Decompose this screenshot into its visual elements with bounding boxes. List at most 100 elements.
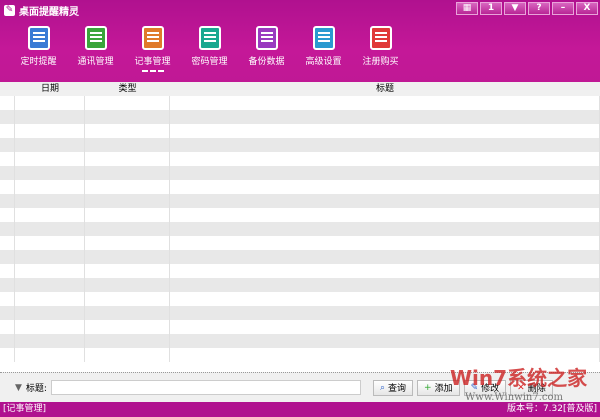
column-date[interactable]: 日期: [15, 82, 85, 96]
table-cell: [170, 222, 600, 236]
title-search-input[interactable]: [50, 380, 361, 395]
table-cell: [0, 180, 15, 194]
collapse-icon[interactable]: ▼: [15, 383, 22, 393]
table-cell: [85, 166, 170, 180]
nav-item-0[interactable]: 定时提醒: [10, 26, 67, 72]
table-cell: [170, 236, 600, 250]
menu-button[interactable]: ▼: [504, 2, 526, 15]
nav-item-1[interactable]: 通讯管理: [67, 26, 124, 72]
table-row[interactable]: [0, 152, 600, 166]
app-title: ✎ 桌面提醒精灵: [4, 3, 79, 18]
table-header: 日期 类型 标题: [0, 82, 600, 96]
column-title[interactable]: 标题: [170, 82, 600, 96]
table-cell: [170, 194, 600, 208]
table-cell: [85, 292, 170, 306]
table-cell: [0, 222, 15, 236]
table-cell: [170, 138, 600, 152]
notebook-icon: [198, 26, 221, 50]
nav-item-3[interactable]: 密码管理: [181, 26, 238, 72]
table-cell: [170, 110, 600, 124]
table-cell: [15, 110, 85, 124]
notes-table: [0, 96, 600, 366]
table-cell: [85, 124, 170, 138]
nav-label: 记事管理: [134, 57, 171, 67]
edit-icon: ✎: [470, 382, 479, 393]
table-cell: [15, 222, 85, 236]
nav-label: 密码管理: [191, 57, 228, 67]
table-row[interactable]: [0, 180, 600, 194]
calendar-button[interactable]: 1: [480, 2, 502, 15]
table-cell: [0, 278, 15, 292]
table-cell: [170, 320, 600, 334]
table-cell: [15, 278, 85, 292]
table-row[interactable]: [0, 222, 600, 236]
notebook-icon: [27, 26, 50, 50]
query-button[interactable]: ⌕ 查询: [372, 379, 414, 396]
table-row[interactable]: [0, 208, 600, 222]
table-cell: [0, 166, 15, 180]
table-cell: [170, 152, 600, 166]
nav-item-2[interactable]: 记事管理: [124, 26, 181, 72]
table-cell: [170, 124, 600, 138]
table-cell: [15, 96, 85, 110]
table-cell: [0, 348, 15, 362]
add-button[interactable]: + 添加: [417, 379, 460, 396]
table-cell: [170, 278, 600, 292]
table-row[interactable]: [0, 264, 600, 278]
close-button[interactable]: X: [576, 2, 598, 15]
skin-button[interactable]: ▦: [456, 2, 478, 15]
table-row[interactable]: [0, 306, 600, 320]
table-row[interactable]: [0, 124, 600, 138]
table-cell: [0, 124, 15, 138]
delete-icon: ✕: [517, 382, 525, 393]
table-cell: [15, 292, 85, 306]
table-row[interactable]: [0, 194, 600, 208]
table-cell: [85, 180, 170, 194]
help-button[interactable]: ?: [528, 2, 550, 15]
table-row[interactable]: [0, 110, 600, 124]
table-cell: [0, 96, 15, 110]
table-row[interactable]: [0, 292, 600, 306]
minimize-button[interactable]: –: [552, 2, 574, 15]
table-cell: [15, 194, 85, 208]
column-type[interactable]: 类型: [85, 82, 170, 96]
search-icon: ⌕: [379, 382, 386, 393]
table-cell: [170, 208, 600, 222]
notebook-icon: [312, 26, 335, 50]
table-cell: [0, 320, 15, 334]
nav-item-6[interactable]: 注册购买: [352, 26, 409, 72]
nav-label: 高级设置: [305, 57, 342, 67]
table-cell: [170, 250, 600, 264]
table-cell: [85, 96, 170, 110]
table-row[interactable]: [0, 236, 600, 250]
table-row[interactable]: [0, 96, 600, 110]
table-cell: [85, 320, 170, 334]
table-cell: [85, 236, 170, 250]
nav-item-4[interactable]: 备份数据: [238, 26, 295, 72]
table-row[interactable]: [0, 138, 600, 152]
app-logo-icon: ✎: [4, 5, 15, 16]
table-cell: [170, 334, 600, 348]
main-nav: 定时提醒 通讯管理 记事管理 密码管理 备份数据 高级设置 注册购买: [10, 26, 409, 72]
table-cell: [85, 194, 170, 208]
table-row[interactable]: [0, 166, 600, 180]
table-cell: [85, 208, 170, 222]
table-row[interactable]: [0, 334, 600, 348]
table-cell: [0, 264, 15, 278]
table-cell: [85, 348, 170, 362]
notebook-icon: [141, 26, 164, 50]
table-cell: [15, 166, 85, 180]
query-label: 查询: [388, 384, 407, 394]
active-indicator: [141, 70, 164, 72]
plus-icon: +: [424, 382, 432, 393]
nav-item-5[interactable]: 高级设置: [295, 26, 352, 72]
table-row[interactable]: [0, 250, 600, 264]
table-cell: [0, 236, 15, 250]
table-cell: [85, 222, 170, 236]
table-cell: [170, 166, 600, 180]
table-row[interactable]: [0, 348, 600, 362]
table-row[interactable]: [0, 320, 600, 334]
table-cell: [0, 110, 15, 124]
table-cell: [15, 306, 85, 320]
table-row[interactable]: [0, 278, 600, 292]
